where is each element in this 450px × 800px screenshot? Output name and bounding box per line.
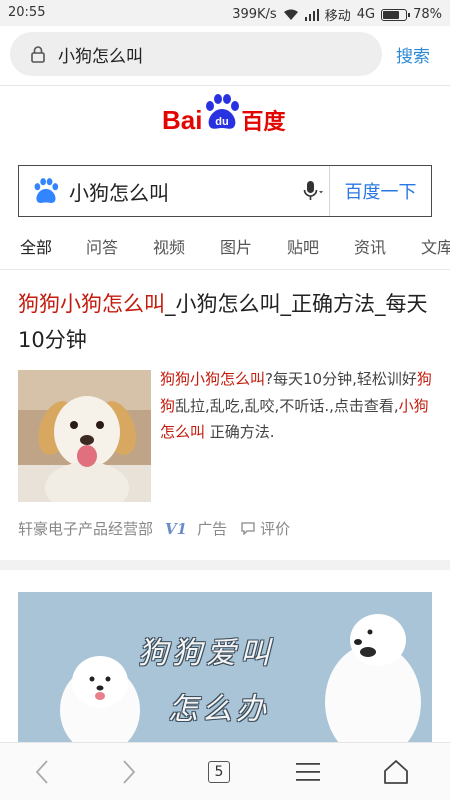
result-title-link[interactable]: 狗狗小狗怎么叫_小狗怎么叫_正确方法_每天10分钟 <box>18 286 430 358</box>
result-banner-image[interactable]: 狗狗爱叫 怎么办 <box>18 592 432 752</box>
tab-video[interactable]: 视频 <box>153 234 185 258</box>
address-bar[interactable]: 小狗怎么叫 <box>10 32 382 76</box>
search-button[interactable]: 搜索 <box>396 42 430 67</box>
tab-qa[interactable]: 问答 <box>86 234 118 258</box>
back-button[interactable] <box>27 757 57 787</box>
result-thumbnail[interactable] <box>18 370 151 502</box>
result-title-highlight: 狗狗小狗怎么叫 <box>18 292 165 316</box>
home-icon <box>384 760 408 784</box>
tab-tieba[interactable]: 贴吧 <box>287 234 319 258</box>
desc-text: 乱拉,乱吃,乱咬,不听话.,点击查看, <box>175 396 399 415</box>
logo-bai: Bai <box>162 104 203 135</box>
desc-highlight: 狗狗小狗怎么叫 <box>160 370 266 388</box>
desc-text: ?每天10分钟,轻松训好 <box>265 370 417 388</box>
signal-icon <box>304 8 319 21</box>
result-description: 狗狗小狗怎么叫?每天10分钟,轻松训好狗狗乱拉,乱吃,乱咬,不听话.,点击查看,… <box>160 366 432 446</box>
samoyed-image <box>60 614 421 752</box>
desc-text: 正确方法. <box>205 423 275 441</box>
ad-label: 广告 <box>197 520 228 538</box>
status-right: 399K/s 移动 4G 78% <box>232 5 442 24</box>
browser-toolbar: 小狗怎么叫 搜索 <box>0 26 450 86</box>
search-input[interactable]: 小狗怎么叫 <box>69 177 295 206</box>
browser-bottom-bar: 5 <box>0 742 450 800</box>
address-query: 小狗怎么叫 <box>58 46 143 67</box>
chevron-right-icon <box>123 760 136 784</box>
net-speed: 399K/s <box>232 7 277 22</box>
comment-icon <box>241 522 255 535</box>
search-tabs: 全部 问答 视频 图片 贴吧 资讯 文库 <box>0 224 450 270</box>
banner-text-line1: 狗狗爱叫 <box>138 636 274 671</box>
tab-all[interactable]: 全部 <box>20 234 53 269</box>
chevron-left-icon <box>35 760 48 784</box>
tab-images[interactable]: 图片 <box>220 234 252 258</box>
baidu-logo: Bai du 百度 <box>162 94 286 136</box>
wifi-icon <box>283 9 298 20</box>
microphone-icon <box>303 181 323 200</box>
status-bar: 20:55 399K/s 移动 4G 78% <box>0 0 450 26</box>
status-time: 20:55 <box>8 5 46 20</box>
menu-button[interactable] <box>293 757 323 787</box>
battery-percent: 78% <box>413 7 442 22</box>
logo-baidu-cn: 百度 <box>241 110 286 135</box>
logo-du: du <box>216 116 229 128</box>
banner-text-line2: 怎么办 <box>168 692 270 727</box>
v1-badge: V1 <box>165 519 188 538</box>
tab-news[interactable]: 资讯 <box>354 234 386 258</box>
result-divider <box>0 560 450 570</box>
review-button[interactable]: 评价 <box>260 518 290 539</box>
search-box: 小狗怎么叫 百度一下 <box>18 165 432 217</box>
baidu-search-button[interactable]: 百度一下 <box>329 166 431 216</box>
result-meta: 轩豪电子产品经营部 V1 广告 评价 <box>18 518 290 539</box>
tab-wenku[interactable]: 文库 <box>421 234 450 258</box>
forward-button[interactable] <box>114 757 144 787</box>
network-type: 4G <box>356 7 376 22</box>
voice-search-button[interactable] <box>295 176 329 206</box>
puppy-image <box>18 370 151 502</box>
carrier: 移动 <box>324 9 351 24</box>
tabs-button[interactable]: 5 <box>204 757 234 787</box>
lock-icon <box>31 46 45 63</box>
result-source: 轩豪电子产品经营部 <box>18 520 154 538</box>
baidu-paw-icon <box>34 178 59 203</box>
battery-icon <box>381 8 411 21</box>
tab-count-badge: 5 <box>208 761 230 783</box>
menu-icon <box>296 763 320 781</box>
baidu-paw-icon: du <box>206 94 240 129</box>
home-button[interactable] <box>381 757 411 787</box>
